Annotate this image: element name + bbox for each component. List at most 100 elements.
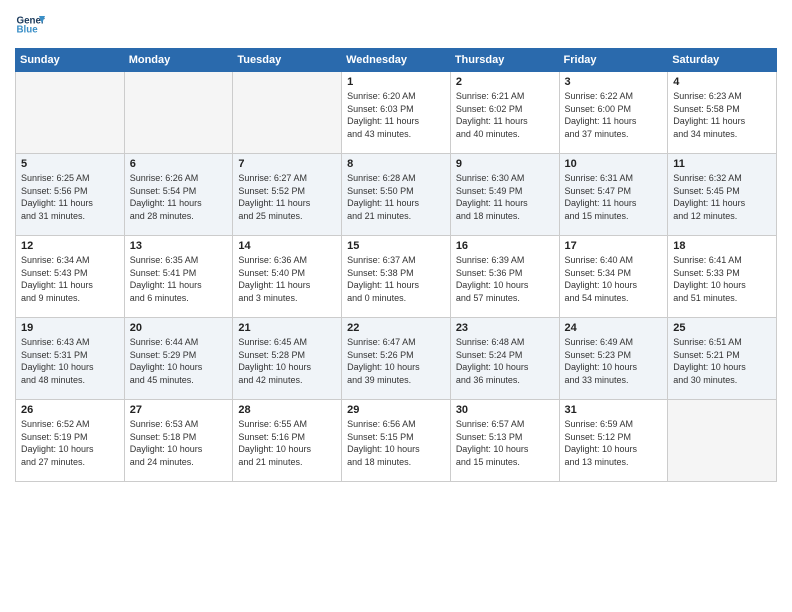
calendar-day-cell: 18 Sunrise: 6:41 AM Sunset: 5:33 PM Dayli…: [668, 236, 777, 318]
calendar-day-cell: 15 Sunrise: 6:37 AM Sunset: 5:38 PM Dayli…: [342, 236, 451, 318]
day-info: Sunrise: 6:35 AM Sunset: 5:41 PM Dayligh…: [130, 254, 228, 304]
day-number: 19: [21, 322, 119, 334]
day-number: 25: [673, 322, 771, 334]
calendar-day-cell: 11Sunrise: 6:32 AM Sunset: 5:45 PM Dayli…: [668, 154, 777, 236]
day-number: 9: [456, 158, 554, 170]
day-info: Sunrise: 6:23 AM Sunset: 5:58 PM Dayligh…: [673, 90, 771, 140]
calendar-day-cell: 4 Sunrise: 6:23 AM Sunset: 5:58 PM Daylig…: [668, 72, 777, 154]
calendar-day-cell: 12 Sunrise: 6:34 AM Sunset: 5:43 PM Dayli…: [16, 236, 125, 318]
day-info: Sunrise: 6:48 AM Sunset: 5:24 PM Dayligh…: [456, 336, 554, 386]
calendar-day-cell: 27 Sunrise: 6:53 AM Sunset: 5:18 PM Dayli…: [124, 400, 233, 482]
calendar-day-cell: 6Sunrise: 6:26 AM Sunset: 5:54 PM Daylig…: [124, 154, 233, 236]
day-number: 13: [130, 240, 228, 252]
calendar-day-cell: 8 Sunrise: 6:28 AM Sunset: 5:50 PM Daylig…: [342, 154, 451, 236]
calendar-day-cell: 23 Sunrise: 6:48 AM Sunset: 5:24 PM Dayli…: [450, 318, 559, 400]
weekday-header: Sunday: [16, 49, 125, 72]
day-number: 23: [456, 322, 554, 334]
calendar-day-cell: 28 Sunrise: 6:55 AM Sunset: 5:16 PM Dayli…: [233, 400, 342, 482]
calendar-day-cell: 10 Sunrise: 6:31 AM Sunset: 5:47 PM Dayli…: [559, 154, 668, 236]
day-info: Sunrise: 6:47 AM Sunset: 5:26 PM Dayligh…: [347, 336, 445, 386]
day-number: 2: [456, 76, 554, 88]
day-info: Sunrise: 6:49 AM Sunset: 5:23 PM Dayligh…: [565, 336, 663, 386]
day-info: Sunrise: 6:45 AM Sunset: 5:28 PM Dayligh…: [238, 336, 336, 386]
calendar-day-cell: 31 Sunrise: 6:59 AM Sunset: 5:12 PM Dayli…: [559, 400, 668, 482]
day-info: Sunrise: 6:25 AM Sunset: 5:56 PM Dayligh…: [21, 172, 119, 222]
day-number: 6: [130, 158, 228, 170]
calendar-day-cell: 24 Sunrise: 6:49 AM Sunset: 5:23 PM Dayli…: [559, 318, 668, 400]
weekday-header-row: SundayMondayTuesdayWednesdayThursdayFrid…: [16, 49, 777, 72]
day-number: 17: [565, 240, 663, 252]
calendar-day-cell: 21 Sunrise: 6:45 AM Sunset: 5:28 PM Dayli…: [233, 318, 342, 400]
day-info: Sunrise: 6:20 AM Sunset: 6:03 PM Dayligh…: [347, 90, 445, 140]
day-info: Sunrise: 6:36 AM Sunset: 5:40 PM Dayligh…: [238, 254, 336, 304]
day-info: Sunrise: 6:27 AM Sunset: 5:52 PM Dayligh…: [238, 172, 336, 222]
day-info: Sunrise: 6:30 AM Sunset: 5:49 PM Dayligh…: [456, 172, 554, 222]
day-info: Sunrise: 6:28 AM Sunset: 5:50 PM Dayligh…: [347, 172, 445, 222]
calendar-day-cell: 3Sunrise: 6:22 AM Sunset: 6:00 PM Daylig…: [559, 72, 668, 154]
day-number: 26: [21, 404, 119, 416]
day-number: 21: [238, 322, 336, 334]
calendar-day-cell: 14Sunrise: 6:36 AM Sunset: 5:40 PM Dayli…: [233, 236, 342, 318]
day-number: 8: [347, 158, 445, 170]
day-number: 30: [456, 404, 554, 416]
weekday-header: Friday: [559, 49, 668, 72]
day-number: 27: [130, 404, 228, 416]
calendar-day-cell: [124, 72, 233, 154]
calendar-day-cell: 29Sunrise: 6:56 AM Sunset: 5:15 PM Dayli…: [342, 400, 451, 482]
day-info: Sunrise: 6:51 AM Sunset: 5:21 PM Dayligh…: [673, 336, 771, 386]
day-number: 16: [456, 240, 554, 252]
day-info: Sunrise: 6:52 AM Sunset: 5:19 PM Dayligh…: [21, 418, 119, 468]
calendar-day-cell: 19 Sunrise: 6:43 AM Sunset: 5:31 PM Dayli…: [16, 318, 125, 400]
day-info: Sunrise: 6:41 AM Sunset: 5:33 PM Dayligh…: [673, 254, 771, 304]
day-info: Sunrise: 6:31 AM Sunset: 5:47 PM Dayligh…: [565, 172, 663, 222]
calendar-day-cell: [16, 72, 125, 154]
day-number: 11: [673, 158, 771, 170]
calendar-week-row: 1 Sunrise: 6:20 AM Sunset: 6:03 PM Daylig…: [16, 72, 777, 154]
calendar-week-row: 19 Sunrise: 6:43 AM Sunset: 5:31 PM Dayli…: [16, 318, 777, 400]
day-info: Sunrise: 6:59 AM Sunset: 5:12 PM Dayligh…: [565, 418, 663, 468]
calendar-day-cell: 16 Sunrise: 6:39 AM Sunset: 5:36 PM Dayli…: [450, 236, 559, 318]
day-info: Sunrise: 6:37 AM Sunset: 5:38 PM Dayligh…: [347, 254, 445, 304]
day-number: 28: [238, 404, 336, 416]
day-number: 18: [673, 240, 771, 252]
day-info: Sunrise: 6:55 AM Sunset: 5:16 PM Dayligh…: [238, 418, 336, 468]
day-info: Sunrise: 6:39 AM Sunset: 5:36 PM Dayligh…: [456, 254, 554, 304]
weekday-header: Monday: [124, 49, 233, 72]
calendar-day-cell: [233, 72, 342, 154]
calendar-day-cell: 26 Sunrise: 6:52 AM Sunset: 5:19 PM Dayli…: [16, 400, 125, 482]
calendar-day-cell: 25 Sunrise: 6:51 AM Sunset: 5:21 PM Dayli…: [668, 318, 777, 400]
logo-icon: General Blue: [15, 10, 45, 40]
day-info: Sunrise: 6:44 AM Sunset: 5:29 PM Dayligh…: [130, 336, 228, 386]
day-number: 12: [21, 240, 119, 252]
day-info: Sunrise: 6:43 AM Sunset: 5:31 PM Dayligh…: [21, 336, 119, 386]
weekday-header: Saturday: [668, 49, 777, 72]
day-number: 24: [565, 322, 663, 334]
day-number: 29: [347, 404, 445, 416]
day-number: 7: [238, 158, 336, 170]
calendar-day-cell: 2 Sunrise: 6:21 AM Sunset: 6:02 PM Daylig…: [450, 72, 559, 154]
day-number: 15: [347, 240, 445, 252]
calendar-day-cell: 7 Sunrise: 6:27 AM Sunset: 5:52 PM Daylig…: [233, 154, 342, 236]
day-number: 31: [565, 404, 663, 416]
calendar-day-cell: 5 Sunrise: 6:25 AM Sunset: 5:56 PM Daylig…: [16, 154, 125, 236]
calendar-day-cell: 13 Sunrise: 6:35 AM Sunset: 5:41 PM Dayli…: [124, 236, 233, 318]
calendar-week-row: 12 Sunrise: 6:34 AM Sunset: 5:43 PM Dayli…: [16, 236, 777, 318]
day-info: Sunrise: 6:53 AM Sunset: 5:18 PM Dayligh…: [130, 418, 228, 468]
day-number: 4: [673, 76, 771, 88]
day-info: Sunrise: 6:22 AM Sunset: 6:00 PM Dayligh…: [565, 90, 663, 140]
calendar-week-row: 26 Sunrise: 6:52 AM Sunset: 5:19 PM Dayli…: [16, 400, 777, 482]
day-info: Sunrise: 6:21 AM Sunset: 6:02 PM Dayligh…: [456, 90, 554, 140]
calendar-day-cell: 30 Sunrise: 6:57 AM Sunset: 5:13 PM Dayli…: [450, 400, 559, 482]
day-info: Sunrise: 6:57 AM Sunset: 5:13 PM Dayligh…: [456, 418, 554, 468]
logo: General Blue: [15, 10, 45, 40]
day-info: Sunrise: 6:34 AM Sunset: 5:43 PM Dayligh…: [21, 254, 119, 304]
day-number: 1: [347, 76, 445, 88]
day-number: 10: [565, 158, 663, 170]
weekday-header: Tuesday: [233, 49, 342, 72]
weekday-header: Wednesday: [342, 49, 451, 72]
calendar-table: SundayMondayTuesdayWednesdayThursdayFrid…: [15, 48, 777, 482]
calendar-day-cell: 9 Sunrise: 6:30 AM Sunset: 5:49 PM Daylig…: [450, 154, 559, 236]
day-number: 22: [347, 322, 445, 334]
day-number: 5: [21, 158, 119, 170]
calendar-day-cell: [668, 400, 777, 482]
